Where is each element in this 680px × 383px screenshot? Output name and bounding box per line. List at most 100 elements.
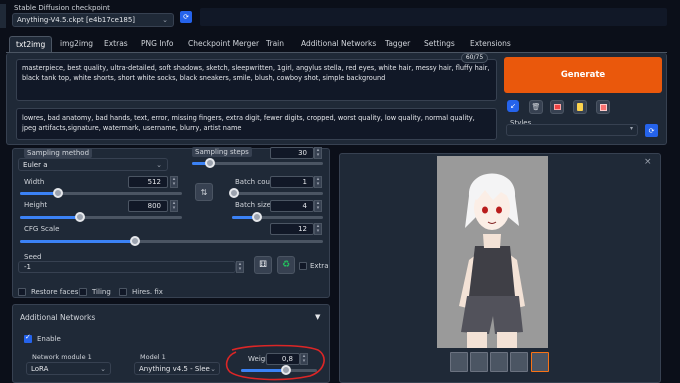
gallery-thumbnail[interactable] — [450, 352, 468, 372]
reuse-seed-button[interactable]: ♻ — [277, 256, 295, 274]
height-fill — [20, 216, 80, 219]
width-thumb[interactable] — [53, 188, 63, 198]
batch-count-input[interactable]: 1 — [270, 176, 314, 188]
hires-fix-label: Hires. fix — [132, 288, 163, 296]
tab-img2img[interactable]: img2img — [60, 36, 93, 52]
tab-train[interactable]: Train — [266, 36, 284, 52]
tiling-label: Tiling — [92, 288, 111, 296]
enable-label: Enable — [37, 335, 61, 343]
cfg-scale-fill — [20, 240, 135, 243]
height-spinner[interactable]: ▴ ▾ — [170, 200, 178, 212]
tiling-checkbox[interactable] — [79, 288, 87, 296]
top-divider — [0, 4, 6, 28]
positive-prompt-text: masterpiece, best quality, ultra-detaile… — [22, 64, 490, 82]
positive-prompt-textarea[interactable]: masterpiece, best quality, ultra-detaile… — [16, 59, 497, 101]
sampling-method-select[interactable]: Euler a ⌄ — [18, 158, 168, 171]
checkpoint-panel: Stable Diffusion checkpoint Anything-V4.… — [6, 4, 174, 28]
tab-settings[interactable]: Settings — [424, 36, 455, 52]
negative-prompt-textarea[interactable]: lowres, bad anatomy, bad hands, text, er… — [16, 108, 497, 140]
batch-size-spinner[interactable]: ▴ ▾ — [314, 200, 322, 212]
cfg-scale-spinner[interactable]: ▴ ▾ — [314, 223, 322, 235]
refresh-checkpoint-button[interactable]: ⟳ — [180, 11, 192, 23]
chevron-down-icon: ⌄ — [100, 365, 106, 373]
cfg-scale-label: CFG Scale — [24, 225, 60, 233]
batch-size-thumb[interactable] — [252, 212, 262, 222]
tab-png-info[interactable]: PNG Info — [141, 36, 174, 52]
save-icon — [599, 103, 607, 111]
sampling-steps-spinner[interactable]: ▴ ▾ — [314, 147, 322, 159]
width-label: Width — [24, 178, 45, 186]
sampling-method-value: Euler a — [23, 161, 48, 169]
random-seed-button[interactable]: ⚅ — [254, 256, 272, 274]
swap-dimensions-button[interactable]: ⇅ — [195, 183, 213, 201]
height-thumb[interactable] — [75, 212, 85, 222]
restore-faces-label: Restore faces — [31, 288, 79, 296]
model-select[interactable]: Anything v4.5 - Sleepl ⌄ — [134, 362, 220, 375]
check-icon: ✓ — [25, 333, 31, 341]
batch-size-input[interactable]: 4 — [270, 200, 314, 212]
checkpoint-select[interactable]: Anything-V4.5.ckpt [e4b17ce185] ⌄ — [12, 13, 174, 27]
seed-spinner[interactable]: ▴ ▾ — [236, 261, 244, 273]
gallery-thumbnail[interactable] — [510, 352, 528, 372]
collapse-icon[interactable]: ▼ — [315, 313, 320, 321]
tab-additional-networks[interactable]: Additional Networks — [301, 36, 376, 52]
chevron-down-icon: ⌄ — [156, 161, 162, 169]
extra-networks-button[interactable] — [550, 100, 564, 114]
tab-checkpoint-merger[interactable]: Checkpoint Merger — [188, 36, 259, 52]
gallery-thumbnail[interactable] — [470, 352, 488, 372]
styles-select[interactable]: ▾ — [506, 124, 638, 136]
restore-faces-checkbox[interactable] — [18, 288, 26, 296]
close-icon[interactable]: × — [644, 157, 652, 167]
sampling-steps-label: Sampling steps — [192, 147, 252, 157]
refresh-styles-button[interactable]: ⟳ — [645, 124, 658, 137]
clear-prompt-button[interactable]: 🗑 — [529, 100, 543, 114]
cfg-scale-thumb[interactable] — [130, 236, 140, 246]
top-right-bar — [200, 8, 667, 26]
network-module-value: LoRA — [31, 365, 49, 373]
apply-style-button[interactable] — [573, 100, 587, 114]
paste-params-button[interactable]: ↙ — [507, 100, 519, 112]
gallery-thumbnail-selected[interactable] — [531, 352, 549, 372]
chevron-down-icon: ▾ — [629, 125, 633, 132]
sampling-steps-input[interactable]: 30 — [270, 147, 314, 159]
tab-tagger[interactable]: Tagger — [385, 36, 410, 52]
tab-extensions[interactable]: Extensions — [470, 36, 511, 52]
swap-icon: ⇅ — [200, 187, 208, 197]
refresh-icon: ⟳ — [183, 13, 189, 21]
chevron-down-icon: ⌄ — [162, 16, 168, 24]
clipboard-icon — [577, 103, 583, 111]
arrow-icon: ↙ — [510, 102, 516, 110]
batch-size-label: Batch size — [235, 201, 271, 209]
model-label: Model 1 — [140, 353, 166, 361]
batch-count-thumb[interactable] — [229, 188, 239, 198]
width-input[interactable]: 512 — [128, 176, 168, 188]
seed-label: Seed — [24, 253, 42, 261]
seed-value: -1 — [24, 263, 31, 271]
generate-label: Generate — [560, 70, 606, 80]
generated-image[interactable] — [437, 156, 548, 348]
checkpoint-label: Stable Diffusion checkpoint — [14, 4, 110, 12]
extra-seed-checkbox[interactable] — [299, 262, 307, 270]
batch-count-track[interactable] — [232, 192, 323, 195]
gallery-thumbnail[interactable] — [490, 352, 508, 372]
refresh-icon: ⟳ — [648, 126, 655, 135]
negative-prompt-text: lowres, bad anatomy, bad hands, text, er… — [22, 114, 475, 132]
generate-button[interactable]: Generate — [504, 57, 662, 93]
seed-input[interactable]: -1 — [18, 261, 236, 273]
height-label: Height — [24, 201, 48, 209]
batch-count-spinner[interactable]: ▴ ▾ — [314, 176, 322, 188]
sampling-method-label: Sampling method — [24, 148, 93, 158]
cfg-scale-input[interactable]: 12 — [270, 223, 314, 235]
network-module-select[interactable]: LoRA ⌄ — [26, 362, 111, 375]
save-style-button[interactable] — [596, 100, 610, 114]
height-input[interactable]: 800 — [128, 200, 168, 212]
tab-extras[interactable]: Extras — [104, 36, 128, 52]
hires-fix-checkbox[interactable] — [119, 288, 127, 296]
additional-networks-title[interactable]: Additional Networks — [20, 313, 95, 322]
width-spinner[interactable]: ▴ ▾ — [170, 176, 178, 188]
tab-txt2img[interactable]: txt2img — [9, 36, 53, 52]
extra-seed-label: Extra — [310, 262, 329, 270]
annotation-circle — [225, 344, 325, 381]
sampling-steps-thumb[interactable] — [205, 158, 215, 168]
recycle-icon: ♻ — [281, 260, 291, 270]
